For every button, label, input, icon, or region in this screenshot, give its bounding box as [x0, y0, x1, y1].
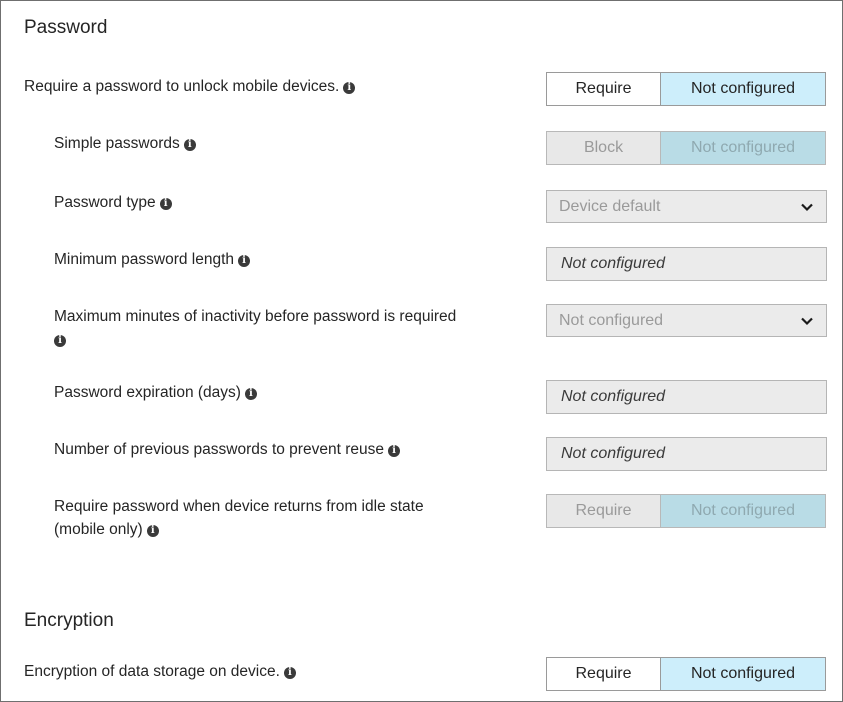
not-configured-option[interactable]: Not configured: [660, 132, 825, 164]
password-expiration-label: Password expiration (days) i: [54, 381, 257, 404]
password-type-dropdown[interactable]: Device default: [546, 190, 827, 223]
encryption-section-title: Encryption: [24, 610, 114, 631]
password-section-title: Password: [24, 17, 108, 38]
require-password-toggle: Require Not configured: [546, 72, 826, 106]
info-icon[interactable]: i: [244, 388, 257, 400]
info-icon[interactable]: i: [183, 139, 196, 151]
dropdown-value: Not configured: [559, 311, 664, 329]
input-value: Not configured: [561, 255, 666, 272]
require-password-label: Require a password to unlock mobile devi…: [24, 75, 356, 98]
not-configured-option[interactable]: Not configured: [660, 495, 825, 527]
chevron-down-icon: [801, 203, 813, 211]
info-icon[interactable]: i: [387, 445, 400, 457]
require-option[interactable]: Require: [547, 658, 660, 690]
max-inactivity-label: Maximum minutes of inactivity before pas…: [54, 308, 457, 347]
info-icon[interactable]: i: [54, 335, 66, 347]
info-icon[interactable]: i: [146, 525, 159, 537]
chevron-down-icon: [801, 317, 813, 325]
info-icon[interactable]: i: [238, 255, 251, 267]
require-option[interactable]: Require: [547, 73, 660, 105]
encryption-storage-label: Encryption of data storage on device. i: [24, 660, 296, 683]
idle-return-toggle: Require Not configured: [546, 494, 826, 528]
encryption-storage-toggle: Require Not configured: [546, 657, 826, 691]
require-option[interactable]: Require: [547, 495, 660, 527]
info-icon[interactable]: i: [159, 198, 172, 210]
idle-return-label: Require password when device returns fro…: [54, 498, 424, 538]
simple-passwords-label: Simple passwords i: [54, 132, 196, 155]
not-configured-option[interactable]: Not configured: [660, 658, 825, 690]
min-password-length-label: Minimum password length i: [54, 248, 251, 271]
password-type-label: Password type i: [54, 191, 172, 214]
min-password-length-input[interactable]: Not configured: [546, 247, 827, 281]
info-icon[interactable]: i: [283, 667, 296, 679]
info-icon[interactable]: i: [343, 82, 356, 94]
prevent-reuse-input[interactable]: Not configured: [546, 437, 827, 471]
password-expiration-input[interactable]: Not configured: [546, 380, 827, 414]
dropdown-value: Device default: [559, 197, 661, 215]
input-value: Not configured: [561, 445, 666, 462]
input-value: Not configured: [561, 388, 666, 405]
settings-panel: Password Require a password to unlock mo…: [0, 0, 843, 702]
block-option[interactable]: Block: [547, 132, 660, 164]
simple-passwords-toggle: Block Not configured: [546, 131, 826, 165]
prevent-reuse-label: Number of previous passwords to prevent …: [54, 438, 400, 461]
not-configured-option[interactable]: Not configured: [660, 73, 825, 105]
max-inactivity-dropdown[interactable]: Not configured: [546, 304, 827, 337]
